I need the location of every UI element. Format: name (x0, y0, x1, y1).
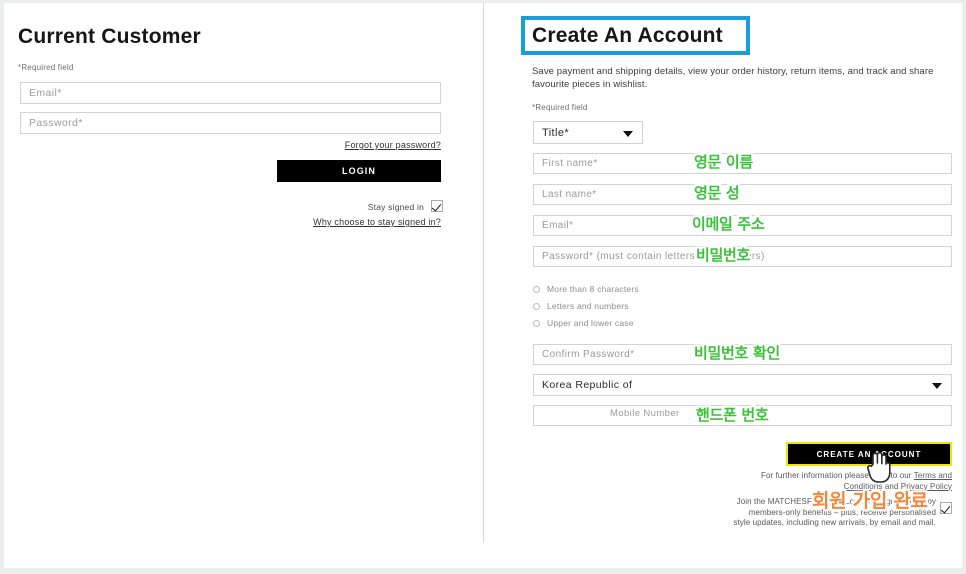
annotation-confirm-password: 비밀번호 확인 (694, 344, 780, 362)
title-select-value: Title* (542, 126, 570, 139)
pointing-hand-cursor-icon (866, 450, 892, 484)
password-rule-row: More than 8 characters (533, 284, 733, 294)
confirm-password-placeholder: Confirm Password* (542, 349, 635, 360)
radio-icon (533, 286, 540, 293)
right-required-note: *Required field (532, 103, 588, 112)
annotation-last-name: 영문 성 (694, 184, 740, 202)
left-required-note: *Required field (18, 63, 74, 72)
annotation-signup-complete: 회원 가입 완료 (812, 490, 928, 512)
country-select-value: Korea Republic of (542, 379, 633, 391)
password-rule-row: Letters and numbers (533, 301, 733, 311)
country-select[interactable]: Korea Republic of (533, 374, 952, 396)
radio-icon (533, 320, 540, 327)
column-divider (483, 3, 484, 543)
chevron-down-icon (932, 383, 942, 389)
password-rule-label: Letters and numbers (547, 301, 629, 311)
page-container: Current Customer *Required field Email* … (4, 3, 962, 568)
login-email-input[interactable]: Email* (20, 82, 441, 104)
newsletter-checkbox[interactable] (940, 502, 952, 514)
password-rule-label: Upper and lower case (547, 318, 634, 328)
mobile-number-placeholder: Mobile Number (610, 408, 680, 419)
title-select[interactable]: Title* (533, 121, 643, 144)
chevron-down-icon (623, 130, 633, 137)
stay-signed-in-checkbox[interactable] (431, 200, 443, 212)
stay-signed-in-label: Stay signed in (367, 202, 424, 212)
login-email-placeholder: Email* (29, 87, 62, 99)
radio-icon (533, 303, 540, 310)
annotation-mobile-number: 핸드폰 번호 (696, 406, 769, 424)
first-name-placeholder: First name* (542, 158, 598, 169)
annotation-first-name: 영문 이름 (694, 153, 753, 171)
heading-highlight-box (521, 16, 750, 55)
current-customer-heading: Current Customer (18, 25, 201, 48)
last-name-placeholder: Last name* (542, 189, 597, 200)
email-placeholder: Email* (542, 220, 574, 231)
login-button[interactable]: LOGIN (277, 160, 441, 182)
forgot-password-link[interactable]: Forgot your password? (281, 140, 441, 150)
annotation-email: 이메일 주소 (692, 215, 765, 233)
create-account-intro: Save payment and shipping details, view … (532, 66, 934, 90)
annotation-password: 비밀번호 (696, 246, 751, 264)
why-stay-signed-in-link[interactable]: Why choose to stay signed in? (281, 217, 441, 227)
login-password-placeholder: Password* (29, 117, 83, 129)
password-rule-label: More than 8 characters (547, 284, 639, 294)
login-password-input[interactable]: Password* (20, 112, 441, 134)
last-name-input[interactable]: Last name* (533, 184, 952, 205)
password-rule-row: Upper and lower case (533, 318, 733, 328)
